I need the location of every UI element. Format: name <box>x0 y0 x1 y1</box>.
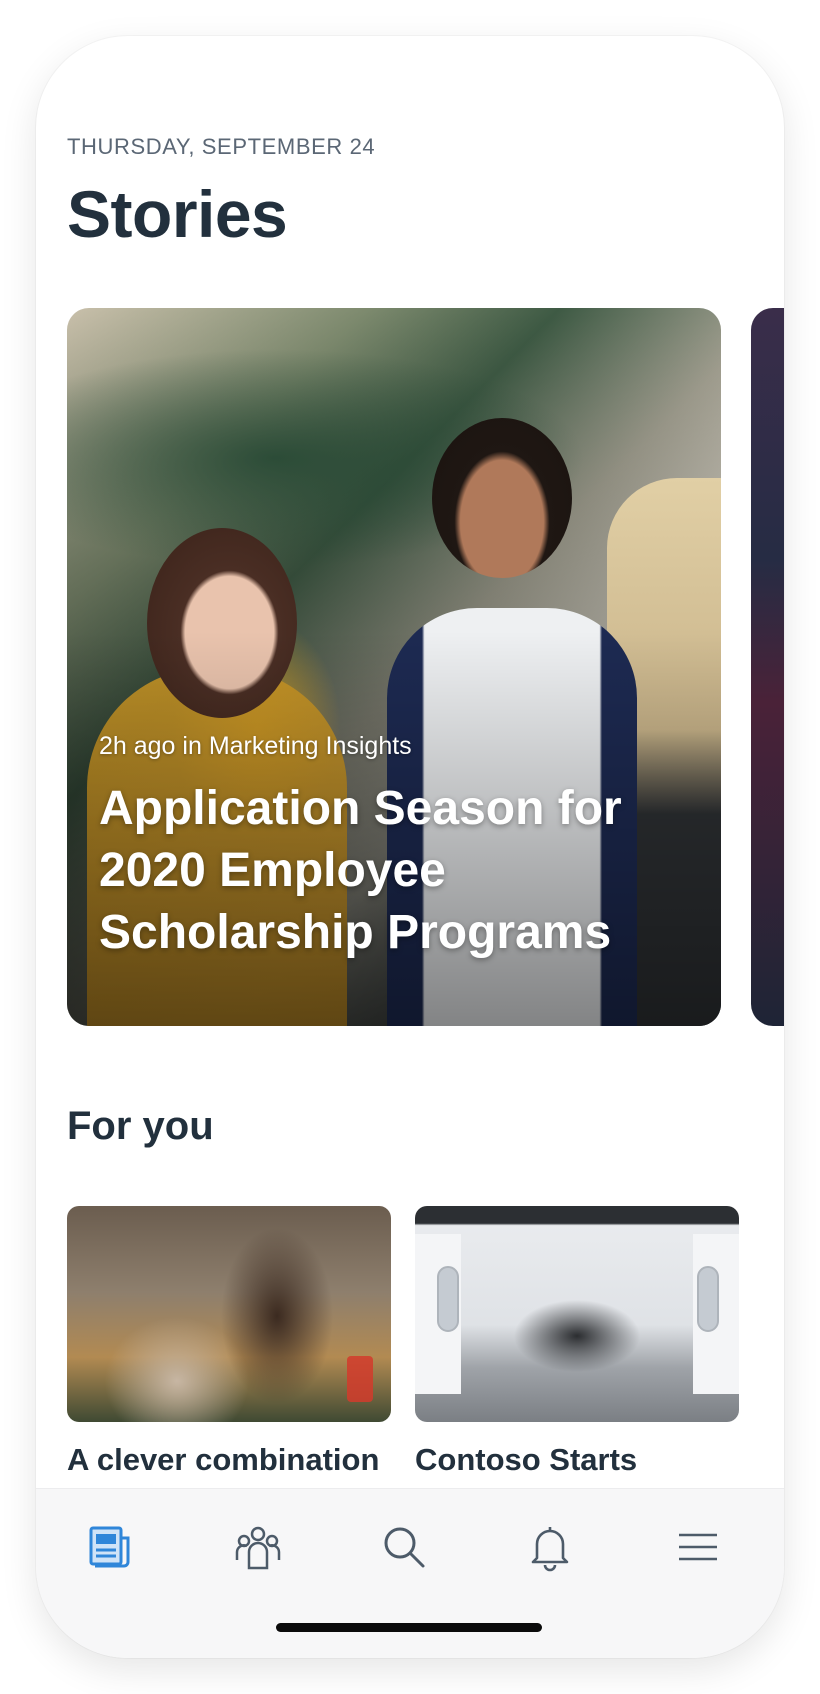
menu-icon <box>679 1533 717 1561</box>
for-you-card[interactable]: A clever combination of skills <box>67 1206 391 1520</box>
news-icon <box>89 1526 130 1568</box>
hero-story-card[interactable]: 2h ago in Marketing Insights Application… <box>67 308 721 1026</box>
tab-notifications[interactable] <box>518 1515 582 1579</box>
search-icon <box>384 1527 425 1568</box>
tab-menu[interactable] <box>666 1515 730 1579</box>
hero-story-title: Application Season for 2020 Employee Sch… <box>99 782 622 959</box>
hero-story-meta: 2h ago in Marketing Insights <box>99 732 412 760</box>
for-you-heading: For you <box>67 1104 214 1148</box>
date-label: THURSDAY, SEPTEMBER 24 <box>67 134 376 159</box>
tab-people[interactable] <box>226 1515 290 1579</box>
people-icon <box>235 1526 281 1570</box>
next-story-card[interactable] <box>751 308 784 1026</box>
home-indicator[interactable] <box>276 1623 542 1632</box>
for-you-card-image <box>415 1206 739 1422</box>
bell-icon <box>531 1527 569 1572</box>
tab-search[interactable] <box>372 1515 436 1579</box>
bottom-tab-bar <box>36 1488 784 1658</box>
for-you-card[interactable]: Contoso Starts Production of the <box>415 1206 739 1520</box>
for-you-card-image <box>67 1206 391 1422</box>
tab-news[interactable] <box>78 1515 142 1579</box>
phone-frame: THURSDAY, SEPTEMBER 24 Stories 2h ago in… <box>36 36 784 1658</box>
page-title: Stories <box>67 177 288 251</box>
